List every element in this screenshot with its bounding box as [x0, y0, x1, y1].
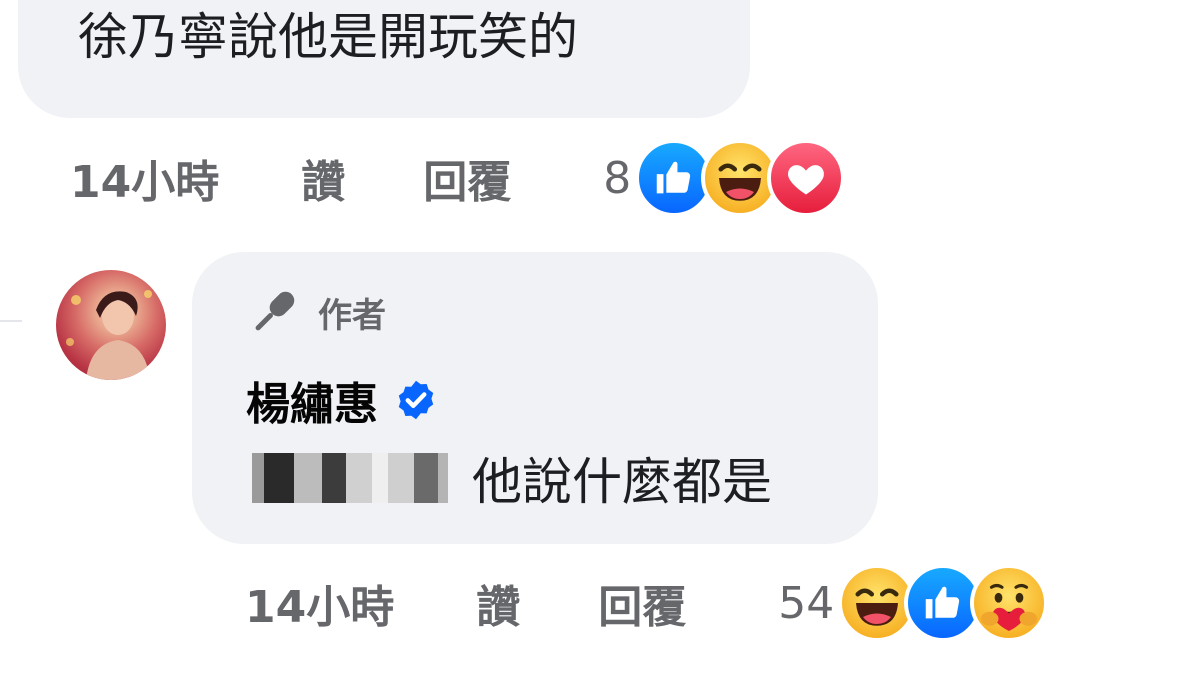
reaction-count[interactable]: 8 [603, 153, 631, 204]
comment-text-row: 他說什麼都是 [252, 442, 772, 514]
comment-author: 楊繡惠 [246, 368, 438, 432]
author-name-link[interactable]: 楊繡惠 [246, 368, 378, 432]
comment-timestamp[interactable]: 14小時 [245, 571, 394, 635]
reactions-summary[interactable] [838, 564, 1049, 642]
reactions-summary[interactable] [635, 139, 846, 217]
comment-bubble: 徐乃寧說他是開玩笑的 [18, 0, 750, 118]
comment-meta-row: 14小時 讚 回覆 8 [70, 139, 846, 217]
reply-comment-bubble: 作者 楊繡惠 他說什麼都是 [192, 252, 878, 544]
verified-badge-icon [398, 380, 434, 420]
redacted-text [252, 451, 448, 505]
love-reaction-icon [767, 139, 846, 217]
reply-button[interactable]: 回覆 [423, 146, 511, 210]
avatar[interactable] [56, 270, 166, 380]
thread-connector-line [0, 320, 22, 322]
author-badge-label: 作者 [318, 295, 386, 336]
care-reaction-icon [970, 564, 1049, 642]
comment-meta-row: 14小時 讚 回覆 54 [245, 564, 1049, 642]
comment-text: 他說什麼都是 [472, 453, 772, 511]
reply-button[interactable]: 回覆 [598, 571, 686, 635]
like-button[interactable]: 讚 [301, 146, 345, 210]
like-button[interactable]: 讚 [476, 571, 520, 635]
comment-timestamp[interactable]: 14小時 [70, 146, 219, 210]
author-badge: 作者 [244, 282, 386, 342]
reaction-count[interactable]: 54 [778, 578, 834, 629]
comment-text: 徐乃寧說他是開玩笑的 [78, 8, 578, 66]
microphone-icon [255, 291, 295, 331]
